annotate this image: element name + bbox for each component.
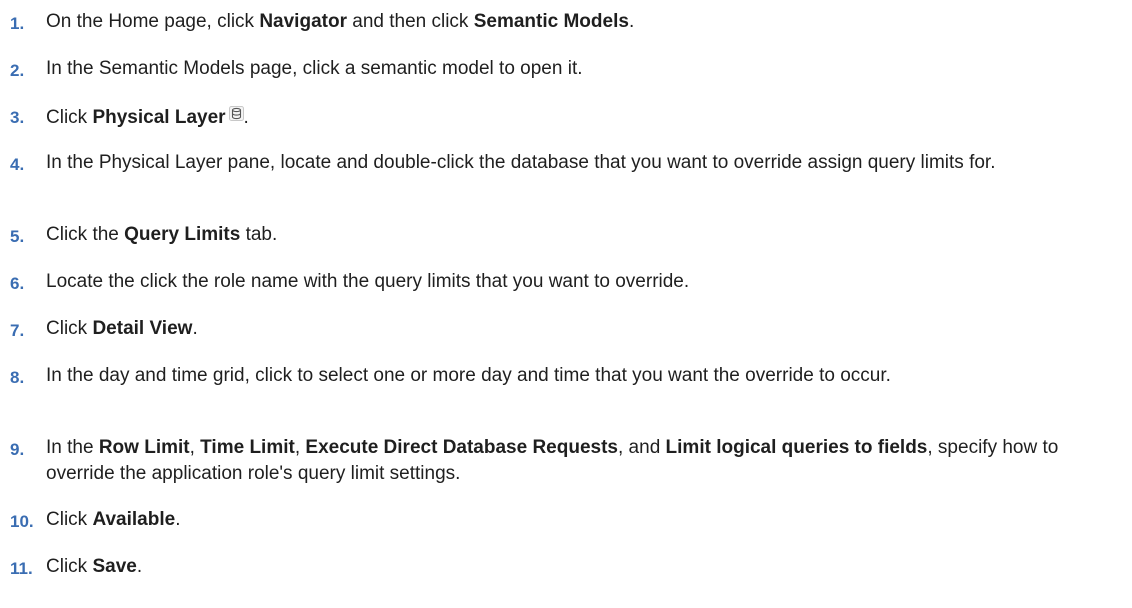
step-text: Click Available. bbox=[46, 507, 1128, 533]
step-text: In the Row Limit, Time Limit, Execute Di… bbox=[46, 435, 1128, 487]
step-number: 11. bbox=[10, 559, 33, 578]
step-text-segment: In the Semantic Models page, click a sem… bbox=[46, 58, 583, 79]
ui-term-detail-view: Detail View bbox=[92, 318, 193, 339]
step-text-segment: . bbox=[243, 107, 249, 128]
step-text-segment: In the Physical Layer pane, locate and d… bbox=[46, 152, 996, 173]
step-number: 6. bbox=[10, 274, 25, 293]
ui-term-time-limit: Time Limit bbox=[200, 437, 295, 458]
step-text-segment: Click bbox=[46, 107, 93, 128]
step-number: 7. bbox=[10, 321, 25, 340]
database-icon bbox=[228, 103, 244, 129]
step-text-segment: Click bbox=[46, 556, 93, 577]
ui-term-available: Available bbox=[92, 509, 176, 530]
step-number: 10. bbox=[10, 512, 34, 531]
step-text-segment: Click bbox=[46, 509, 93, 530]
ui-term-physical-layer: Physical Layer bbox=[92, 107, 226, 128]
step-text: Locate the click the role name with the … bbox=[46, 269, 1128, 295]
step-number: 1. bbox=[10, 14, 25, 33]
step-text-segment: tab. bbox=[240, 224, 278, 245]
step-text: In the Physical Layer pane, locate and d… bbox=[46, 150, 1128, 176]
step-text-segment: , bbox=[294, 437, 306, 458]
step-number: 9. bbox=[10, 440, 25, 459]
step-text-segment: , and bbox=[618, 437, 666, 458]
step-text: On the Home page, click Navigator and th… bbox=[46, 9, 1128, 35]
step-text-segment: In the day and time grid, click to selec… bbox=[46, 365, 891, 386]
step-text-segment: . bbox=[136, 556, 143, 577]
step-text: Click Detail View. bbox=[46, 316, 1128, 342]
step-text: Click Physical Layer. bbox=[46, 103, 1128, 131]
step-number: 4. bbox=[10, 155, 25, 174]
ui-term-query-limits: Query Limits bbox=[124, 224, 241, 245]
step-number: 3. bbox=[10, 108, 25, 127]
step-text: Click the Query Limits tab. bbox=[46, 222, 1128, 248]
ui-term-save: Save bbox=[92, 556, 137, 577]
step-text-segment: , bbox=[189, 437, 201, 458]
step-number: 2. bbox=[10, 61, 25, 80]
step-text-segment: In the bbox=[46, 437, 99, 458]
ui-term-limit-logical-queries: Limit logical queries to fields bbox=[665, 437, 928, 458]
step-text: In the day and time grid, click to selec… bbox=[46, 363, 1128, 389]
step-text-segment: On the Home page, click bbox=[46, 11, 260, 32]
ui-term-row-limit: Row Limit bbox=[98, 437, 190, 458]
step-text-segment: Locate the click the role name with the … bbox=[46, 271, 690, 292]
step-number: 5. bbox=[10, 227, 25, 246]
ui-term-execute-direct-database-requests: Execute Direct Database Requests bbox=[305, 437, 618, 458]
ui-term-semantic-models: Semantic Models bbox=[473, 11, 629, 32]
step-text: In the Semantic Models page, click a sem… bbox=[46, 56, 1128, 82]
step-text-segment: Click the bbox=[46, 224, 125, 245]
step-text: Click Save. bbox=[46, 554, 1128, 580]
ui-term-navigator: Navigator bbox=[259, 11, 347, 32]
step-text-segment: Click bbox=[46, 318, 93, 339]
step-text-segment: and then click bbox=[346, 11, 474, 32]
step-text-segment: . bbox=[628, 11, 635, 32]
step-text-segment: . bbox=[192, 318, 198, 339]
step-number: 8. bbox=[10, 368, 25, 387]
step-text-segment: . bbox=[175, 509, 181, 530]
